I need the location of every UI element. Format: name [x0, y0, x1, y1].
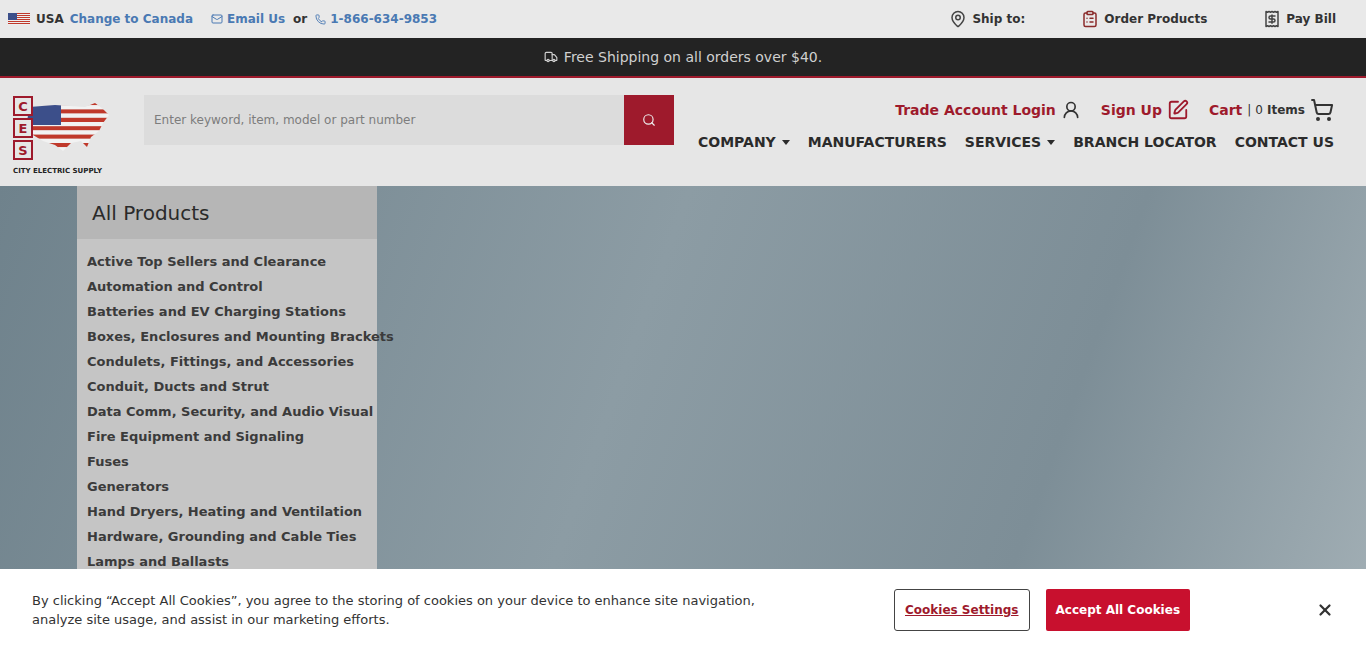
- country-label: USA: [36, 12, 64, 26]
- logo-letter: S: [13, 140, 33, 160]
- ship-to[interactable]: Ship to:: [949, 10, 1025, 28]
- cookie-text: By clicking “Accept All Cookies”, you ag…: [32, 591, 772, 629]
- search-box: [144, 95, 674, 145]
- logo-name: CITY ELECTRIC SUPPLY: [13, 167, 113, 175]
- logo-letter: E: [13, 118, 33, 138]
- caret-icon: [1047, 140, 1055, 145]
- order-products-link[interactable]: Order Products: [1081, 10, 1207, 28]
- envelope-icon: [211, 13, 223, 25]
- category-item[interactable]: Generators: [87, 474, 367, 499]
- logo-letter: C: [13, 96, 33, 116]
- close-button[interactable]: [1312, 597, 1338, 623]
- truck-icon: [544, 50, 558, 64]
- category-item[interactable]: Automation and Control: [87, 274, 367, 299]
- cookie-banner: By clicking “Accept All Cookies”, you ag…: [0, 569, 1366, 651]
- page: USA Change to Canada Email Us or 1-866-634-9…: [0, 0, 1366, 651]
- user-icon: [1061, 100, 1081, 120]
- main-nav: COMPANY MANUFACTURERS SERVICES BRANCH LOCAT…: [698, 134, 1334, 150]
- logo[interactable]: CES CITY ELECTRIC SUPPLY: [13, 95, 113, 175]
- trade-login-link[interactable]: Trade Account Login: [895, 100, 1081, 120]
- category-item[interactable]: Data Comm, Security, and Audio Visual: [87, 399, 367, 424]
- us-flag-icon: [8, 13, 30, 25]
- search-input[interactable]: [144, 95, 624, 145]
- category-item[interactable]: Hardware, Grounding and Cable Ties: [87, 524, 367, 549]
- category-title: All Products: [77, 186, 377, 239]
- nav-item[interactable]: CONTACT US: [1235, 134, 1334, 150]
- category-item[interactable]: Fire Equipment and Signaling: [87, 424, 367, 449]
- nav-item[interactable]: BRANCH LOCATOR: [1073, 134, 1216, 150]
- sign-up-link[interactable]: Sign Up: [1101, 99, 1189, 121]
- header: CES CITY ELECTRIC SUPPLY Trade Account Log…: [0, 78, 1366, 186]
- pen-icon: [1167, 99, 1189, 121]
- cart-link[interactable]: Cart|0Items: [1209, 98, 1334, 122]
- change-country-link[interactable]: Change to Canada: [70, 12, 193, 26]
- accept-cookies-button[interactable]: Accept All Cookies: [1046, 589, 1191, 631]
- category-item[interactable]: Conduit, Ducts and Strut: [87, 374, 367, 399]
- email-link[interactable]: Email Us: [211, 12, 285, 26]
- promo-strip: Free Shipping on all orders over $40.: [0, 38, 1366, 78]
- top-bar: USA Change to Canada Email Us or 1-866-634-9…: [0, 0, 1366, 38]
- nav-item[interactable]: SERVICES: [965, 134, 1055, 150]
- category-item[interactable]: Condulets, Fittings, and Accessories: [87, 349, 367, 374]
- caret-icon: [782, 140, 790, 145]
- category-item[interactable]: Hand Dryers, Heating and Ventilation: [87, 499, 367, 524]
- account-row: Trade Account Login Sign Up Cart|0Items: [895, 98, 1334, 122]
- category-item[interactable]: Fuses: [87, 449, 367, 474]
- phone-link[interactable]: 1-866-634-9853: [315, 12, 437, 26]
- phone-icon: [315, 14, 326, 25]
- close-icon: [1316, 601, 1334, 619]
- category-item[interactable]: Boxes, Enclosures and Mounting Brackets: [87, 324, 367, 349]
- nav-item[interactable]: COMPANY: [698, 134, 790, 150]
- clipboard-icon: [1081, 10, 1099, 28]
- usa-map-icon: [25, 101, 111, 155]
- category-item[interactable]: Batteries and EV Charging Stations: [87, 299, 367, 324]
- pay-bill-link[interactable]: Pay Bill: [1263, 10, 1336, 28]
- map-pin-icon: [949, 10, 967, 28]
- promo-text: Free Shipping on all orders over $40.: [564, 49, 822, 65]
- or-label: or: [293, 12, 307, 26]
- bill-icon: [1263, 10, 1281, 28]
- cart-icon: [1310, 98, 1334, 122]
- category-item[interactable]: Active Top Sellers and Clearance: [87, 249, 367, 274]
- search-button[interactable]: [624, 95, 674, 145]
- search-icon: [642, 113, 656, 127]
- cookies-settings-button[interactable]: Cookies Settings: [894, 589, 1030, 631]
- nav-item[interactable]: MANUFACTURERS: [808, 134, 947, 150]
